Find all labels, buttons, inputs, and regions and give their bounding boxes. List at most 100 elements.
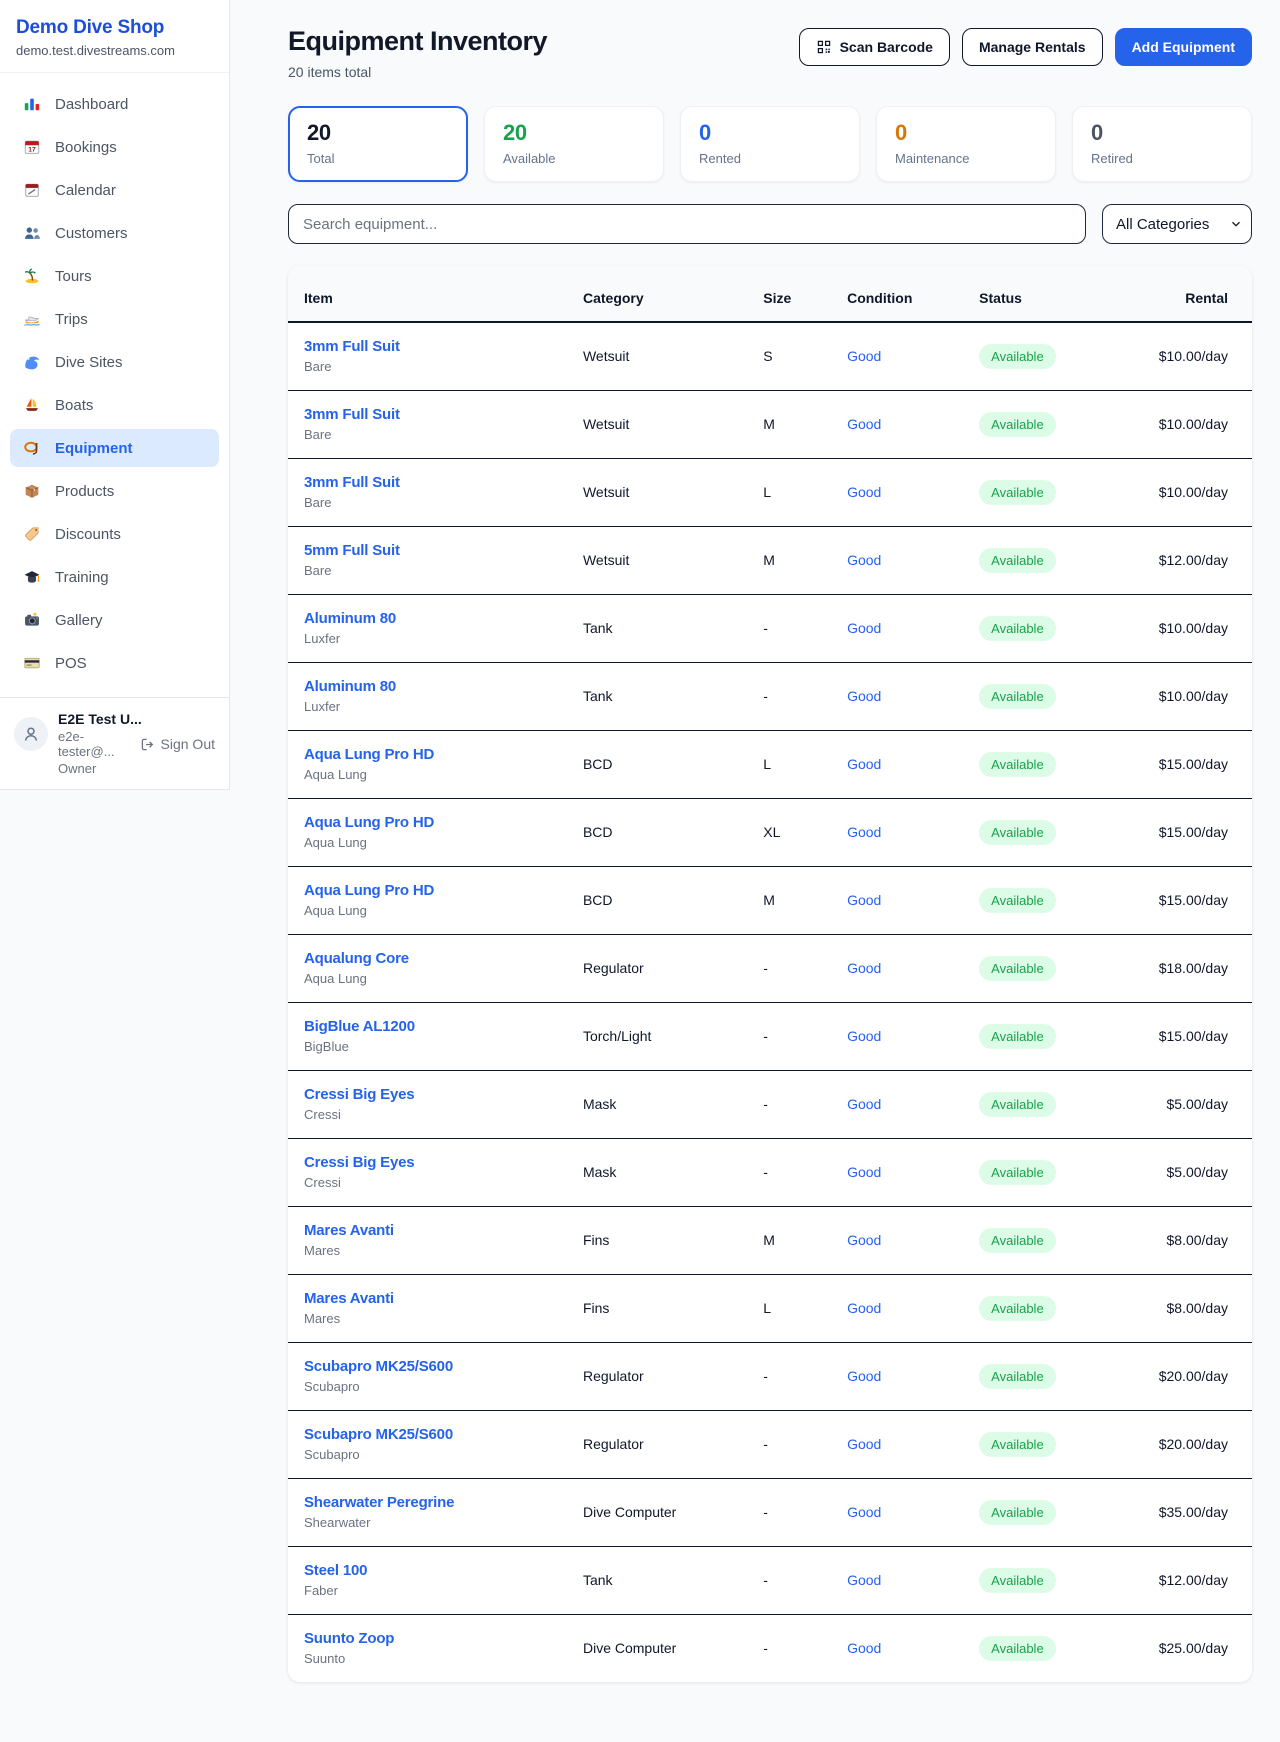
condition-link[interactable]: Good <box>847 824 881 840</box>
condition-link[interactable]: Good <box>847 1300 881 1316</box>
table-row: Aqua Lung Pro HD Aqua Lung BCD M Good Av… <box>288 866 1252 934</box>
item-link[interactable]: Mares Avanti <box>304 1290 583 1307</box>
condition-link[interactable]: Good <box>847 416 881 432</box>
status-badge: Available <box>979 888 1056 913</box>
condition-link[interactable]: Good <box>847 552 881 568</box>
sidebar-item-dashboard[interactable]: Dashboard <box>10 85 219 123</box>
stat-card-available[interactable]: 20 Available <box>484 106 664 182</box>
add-equipment-button[interactable]: Add Equipment <box>1115 28 1252 66</box>
condition-link[interactable]: Good <box>847 484 881 500</box>
manage-rentals-button[interactable]: Manage Rentals <box>962 28 1103 66</box>
condition-link[interactable]: Good <box>847 1028 881 1044</box>
item-link[interactable]: Cressi Big Eyes <box>304 1086 583 1103</box>
condition-cell: Good <box>847 526 979 594</box>
sidebar-item-gallery[interactable]: Gallery <box>10 601 219 639</box>
table-row: Suunto Zoop Suunto Dive Computer - Good … <box>288 1614 1252 1682</box>
stat-card-retired[interactable]: 0 Retired <box>1072 106 1252 182</box>
item-link[interactable]: Aqua Lung Pro HD <box>304 882 583 899</box>
stat-value: 20 <box>503 120 645 146</box>
condition-link[interactable]: Good <box>847 688 881 704</box>
item-link[interactable]: 3mm Full Suit <box>304 338 583 355</box>
condition-link[interactable]: Good <box>847 1640 881 1656</box>
col-condition: Condition <box>847 266 979 322</box>
category-cell: Wetsuit <box>583 390 763 458</box>
stat-card-rented[interactable]: 0 Rented <box>680 106 860 182</box>
sidebar-item-discounts[interactable]: Discounts <box>10 515 219 553</box>
rental-cell: $10.00/day <box>1122 390 1252 458</box>
rental-cell: $12.00/day <box>1122 526 1252 594</box>
item-cell: Scubapro MK25/S600 Scubapro <box>288 1342 583 1410</box>
search-input[interactable] <box>288 204 1086 244</box>
bar-chart-icon <box>22 94 42 114</box>
category-cell: Tank <box>583 662 763 730</box>
condition-link[interactable]: Good <box>847 1436 881 1452</box>
sidebar-item-pos[interactable]: POS <box>10 644 219 682</box>
condition-link[interactable]: Good <box>847 620 881 636</box>
col-item: Item <box>288 266 583 322</box>
category-cell: Mask <box>583 1138 763 1206</box>
sidebar-item-dive-sites[interactable]: Dive Sites <box>10 343 219 381</box>
sidebar-item-tours[interactable]: Tours <box>10 257 219 295</box>
sidebar-item-trips[interactable]: Trips <box>10 300 219 338</box>
category-cell: Regulator <box>583 1342 763 1410</box>
shop-name: Demo Dive Shop <box>16 17 213 39</box>
condition-link[interactable]: Good <box>847 892 881 908</box>
item-link[interactable]: Cressi Big Eyes <box>304 1154 583 1171</box>
condition-link[interactable]: Good <box>847 1232 881 1248</box>
status-cell: Available <box>979 1614 1122 1682</box>
item-link[interactable]: 5mm Full Suit <box>304 542 583 559</box>
table-row: 5mm Full Suit Bare Wetsuit M Good Availa… <box>288 526 1252 594</box>
item-link[interactable]: Suunto Zoop <box>304 1630 583 1647</box>
scan-barcode-label: Scan Barcode <box>840 39 933 55</box>
filter-row: All Categories <box>288 204 1252 244</box>
item-cell: Aqua Lung Pro HD Aqua Lung <box>288 730 583 798</box>
item-link[interactable]: 3mm Full Suit <box>304 474 583 491</box>
add-equipment-label: Add Equipment <box>1132 39 1235 55</box>
condition-link[interactable]: Good <box>847 1096 881 1112</box>
item-link[interactable]: Mares Avanti <box>304 1222 583 1239</box>
item-link[interactable]: Aluminum 80 <box>304 678 583 695</box>
condition-link[interactable]: Good <box>847 1368 881 1384</box>
status-badge: Available <box>979 1500 1056 1525</box>
item-cell: Aluminum 80 Luxfer <box>288 662 583 730</box>
condition-link[interactable]: Good <box>847 348 881 364</box>
item-link[interactable]: Aluminum 80 <box>304 610 583 627</box>
condition-cell: Good <box>847 1070 979 1138</box>
item-cell: Aqualung Core Aqua Lung <box>288 934 583 1002</box>
item-link[interactable]: Steel 100 <box>304 1562 583 1579</box>
item-link[interactable]: BigBlue AL1200 <box>304 1018 583 1035</box>
item-brand: Cressi <box>304 1175 583 1190</box>
condition-link[interactable]: Good <box>847 1572 881 1588</box>
item-link[interactable]: 3mm Full Suit <box>304 406 583 423</box>
item-link[interactable]: Aqua Lung Pro HD <box>304 746 583 763</box>
sidebar-item-customers[interactable]: Customers <box>10 214 219 252</box>
size-cell: M <box>763 526 847 594</box>
sidebar-item-equipment[interactable]: Equipment <box>10 429 219 467</box>
sidebar-item-bookings[interactable]: 17 Bookings <box>10 128 219 166</box>
condition-link[interactable]: Good <box>847 1504 881 1520</box>
table-row: Aqua Lung Pro HD Aqua Lung BCD XL Good A… <box>288 798 1252 866</box>
condition-link[interactable]: Good <box>847 1164 881 1180</box>
status-cell: Available <box>979 730 1122 798</box>
item-link[interactable]: Aqualung Core <box>304 950 583 967</box>
sidebar-item-training[interactable]: Training <box>10 558 219 596</box>
sidebar-item-calendar[interactable]: Calendar <box>10 171 219 209</box>
scan-barcode-button[interactable]: Scan Barcode <box>799 28 950 66</box>
user-role: Owner <box>58 761 215 776</box>
rental-cell: $15.00/day <box>1122 1002 1252 1070</box>
sign-out-button[interactable]: Sign Out <box>139 736 215 753</box>
sidebar-item-label: Calendar <box>55 182 116 199</box>
item-link[interactable]: Shearwater Peregrine <box>304 1494 583 1511</box>
stat-card-maintenance[interactable]: 0 Maintenance <box>876 106 1056 182</box>
category-select[interactable]: All Categories <box>1102 204 1252 244</box>
rental-cell: $10.00/day <box>1122 458 1252 526</box>
condition-link[interactable]: Good <box>847 756 881 772</box>
item-link[interactable]: Scubapro MK25/S600 <box>304 1358 583 1375</box>
item-brand: Faber <box>304 1583 583 1598</box>
sidebar-item-boats[interactable]: Boats <box>10 386 219 424</box>
item-link[interactable]: Scubapro MK25/S600 <box>304 1426 583 1443</box>
item-link[interactable]: Aqua Lung Pro HD <box>304 814 583 831</box>
stat-card-total[interactable]: 20 Total <box>288 106 468 182</box>
condition-link[interactable]: Good <box>847 960 881 976</box>
sidebar-item-products[interactable]: Products <box>10 472 219 510</box>
